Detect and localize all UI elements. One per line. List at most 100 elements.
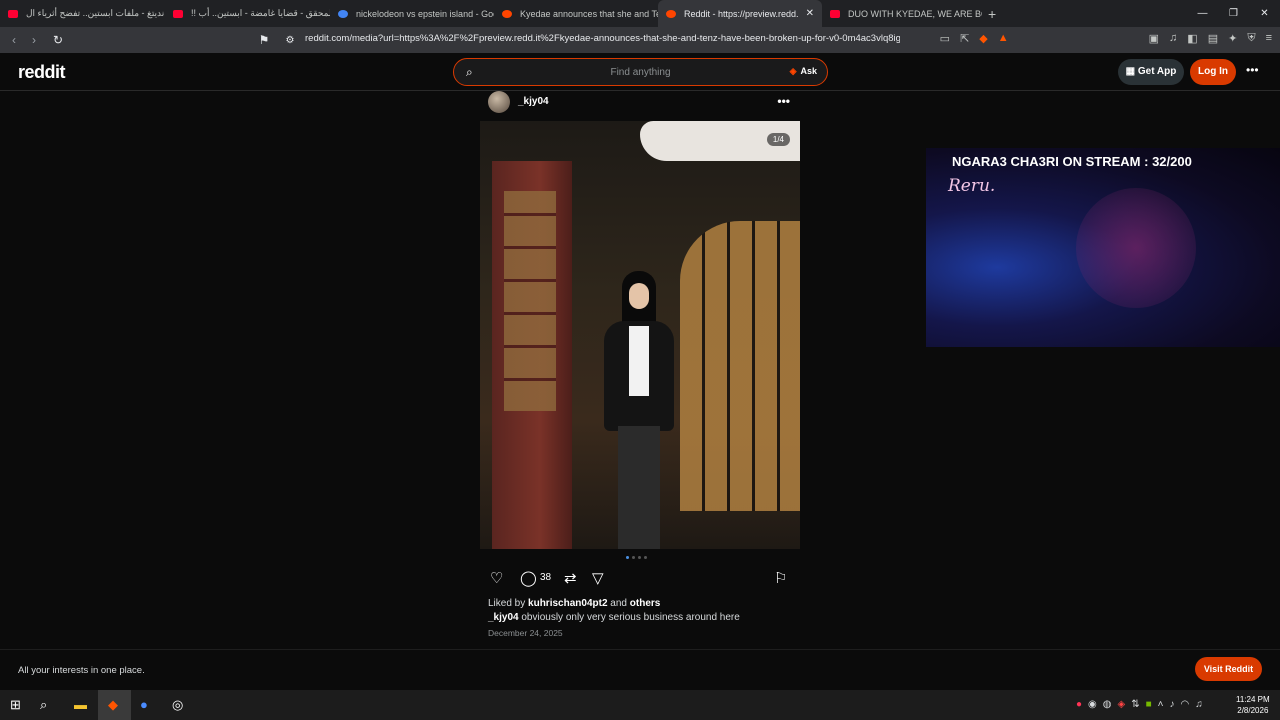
network-icon[interactable]: ⇅ [1131,699,1139,710]
caption-username[interactable]: _kjy04 [488,612,519,623]
login-button[interactable]: Log In [1190,59,1236,85]
reddit-page: reddit ⌕ Find anything ◈ Ask ▦ Get App Lo… [0,53,1280,690]
reddit-logo[interactable]: reddit [18,62,66,83]
comment-count: 38 [540,572,552,583]
more-options-icon[interactable]: ••• [1246,63,1259,77]
brave-icon: ◆ [108,697,118,712]
stream-title: NGARA3 CHA3RI ON STREAM : 32/200 [952,154,1192,169]
qr-icon: ▦ [1125,66,1138,77]
person-pants [618,426,660,549]
stream-neon-sign: Reru. [948,176,996,196]
clock[interactable]: 11:24 PM 2/8/2026 [1236,694,1270,716]
browser-tab[interactable]: DUO WITH KYEDAE, WE ARE BOTH V [822,0,982,27]
carousel-dot[interactable] [644,556,647,559]
windows-start-icon[interactable]: ⊞ [10,697,21,713]
restore-button[interactable]: ❐ [1218,0,1249,27]
youtube-icon [8,9,18,18]
like-icon[interactable]: ♡ [490,569,503,587]
bottom-banner: All your interests in one place. Visit R… [0,649,1280,690]
site-info-icon[interactable]: ⚙ [280,35,300,46]
comment-icon[interactable]: ◯ [520,569,537,587]
file-explorer-icon[interactable]: ▬ [74,697,87,712]
chevron-up-icon[interactable]: ˄ [1158,699,1164,710]
microphone-icon[interactable]: ♪ [1170,699,1175,710]
reddit-icon [666,9,676,18]
bookmark-icon[interactable]: ⚑ [254,33,274,47]
close-tab-icon[interactable]: ✕ [806,8,814,19]
chrome-icon[interactable]: ◎ [172,697,183,713]
browser-tab-bar: ترانديتغ - ملفات ابستين.. تفضح أثرياء ال… [0,0,1280,27]
image-counter-badge: 1/4 [766,133,790,146]
youtube-icon [173,9,183,18]
sidebar-icon[interactable]: ◧ [1187,32,1197,45]
wifi-icon[interactable]: ◠ [1181,699,1190,710]
browser-tab[interactable]: nickelodeon vs epstein island - Goog [330,0,494,27]
stream-overlay: NGARA3 CHA3RI ON STREAM : 32/200 Reru. [926,148,1280,347]
browser-tab[interactable]: Kyedae announces that she and Tenz [494,0,658,27]
minimize-button[interactable]: — [1187,0,1218,27]
liked-others-link[interactable]: others [630,598,661,609]
forward-icon[interactable]: › [24,33,44,47]
post-menu-icon[interactable]: ••• [777,94,790,108]
tab-title: DUO WITH KYEDAE, WE ARE BOTH V [848,8,982,19]
stream-glow [1076,188,1196,308]
menu-icon[interactable]: ≡ [1266,32,1272,45]
get-app-button[interactable]: ▦ Get App [1118,59,1184,85]
vpn-icon[interactable]: ⛨ [1247,32,1255,45]
record-icon[interactable]: ● [1076,699,1082,710]
toolbar-icons: ▭ ⇱ ◆ ▲ ▣ ♫ ◧ ▤ ✦ ⛨ ≡ [940,32,1272,45]
volume-icon[interactable]: ♫ [1195,699,1203,710]
search-bar[interactable]: ⌕ Find anything ◈ Ask [453,58,828,86]
discord-icon[interactable]: ◉ [1088,699,1097,710]
app-icon[interactable]: ● [140,697,148,712]
brave-taskbar-item[interactable]: ◆ [98,690,131,720]
carousel-dot[interactable] [638,556,641,559]
send-icon[interactable]: ▽ [592,569,604,587]
carousel-dot[interactable] [632,556,635,559]
tab-title: !! المحقق - قضايا غامضة - ابستين.. أب [191,8,330,18]
share-icon[interactable]: ⇱ [960,32,969,45]
post-card: _kjy04 ••• 1/4 ♡ ◯ 38 ⇄ ▽ ⚐ Liked by kuh… [480,91,800,638]
image-person [598,271,678,549]
person-shirt [629,326,649,396]
screenshot-icon[interactable]: ▣ [1149,32,1159,45]
url-field[interactable]: reddit.com/media?url=https%3A%2F%2Fprevi… [305,33,900,44]
steam-icon[interactable]: ◍ [1103,699,1112,710]
image-shop-window [680,221,800,511]
cast-icon[interactable]: ▭ [940,32,950,45]
save-bookmark-icon[interactable]: ⚐ [774,569,787,587]
carousel-dots [626,556,647,559]
browser-tab[interactable]: !! المحقق - قضايا غامضة - ابستين.. أب [165,0,330,27]
wallet-icon[interactable]: ▤ [1208,32,1218,45]
brave-shields-icon[interactable]: ◆ [979,32,987,45]
visit-reddit-button[interactable]: Visit Reddit [1195,657,1262,681]
reddit-icon [502,9,512,18]
back-icon[interactable]: ‹ [4,33,24,47]
window-controls: — ❐ ✕ [1187,0,1280,27]
post-username[interactable]: _kjy04 [518,96,549,107]
browser-tab[interactable]: ترانديتغ - ملفات ابستين.. تفضح أثرياء ال [0,0,165,27]
nvidia-icon[interactable]: ■ [1146,699,1152,710]
post-caption: _kjy04 obviously only very serious busin… [488,612,740,623]
post-image[interactable]: 1/4 [480,121,800,549]
close-window-button[interactable]: ✕ [1249,0,1280,27]
search-icon[interactable]: ⌕ [40,697,47,713]
repost-icon[interactable]: ⇄ [564,569,577,587]
leo-ai-icon[interactable]: ✦ [1228,32,1237,45]
browser-tab-active[interactable]: Reddit - https://preview.redd.it/i ✕ [658,0,822,27]
address-bar: ‹ › ↻ ⚑ ⚙ reddit.com/media?url=https%3A%… [0,27,1280,53]
ask-label: Ask [800,66,817,76]
ask-button[interactable]: ◈ Ask [790,66,817,77]
new-tab-button[interactable]: + [988,6,996,22]
tab-title: nickelodeon vs epstein island - Goog [356,8,494,19]
liked-user-link[interactable]: kuhrischan04pt2 [528,598,607,609]
shield-icon[interactable]: ◈ [1118,699,1126,710]
person-face [629,283,649,309]
brave-rewards-icon[interactable]: ▲ [998,32,1009,45]
media-icon[interactable]: ♫ [1169,32,1177,45]
reload-icon[interactable]: ↻ [48,33,68,47]
tab-title: ترانديتغ - ملفات ابستين.. تفضح أثرياء ال [26,8,165,18]
avatar[interactable] [488,91,510,113]
reddit-header: reddit ⌕ Find anything ◈ Ask ▦ Get App Lo… [0,53,1280,91]
carousel-dot[interactable] [626,556,629,559]
